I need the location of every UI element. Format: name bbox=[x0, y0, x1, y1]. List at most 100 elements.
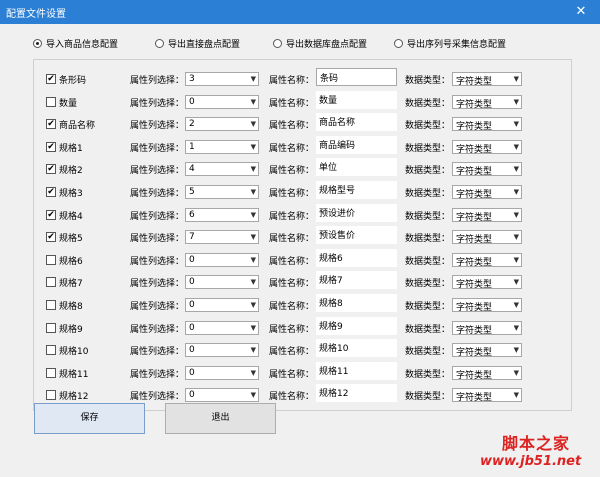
data-type-select[interactable]: 字符类型 ▼ bbox=[452, 366, 522, 381]
data-type-select[interactable]: 字符类型 ▼ bbox=[452, 275, 522, 290]
field-checkbox[interactable]: ✔ bbox=[46, 232, 56, 242]
attribute-name-input[interactable]: 预设售价 bbox=[316, 226, 397, 244]
radio-label: 导出直接盘点配置 bbox=[168, 40, 241, 50]
exit-button[interactable]: 退出 bbox=[165, 403, 276, 434]
data-type-select[interactable]: 字符类型 ▼ bbox=[452, 253, 522, 268]
close-icon[interactable]: ✕ bbox=[570, 2, 592, 22]
column-select[interactable]: 0 ▼ bbox=[185, 253, 259, 267]
field-checkbox[interactable]: ✔ bbox=[46, 74, 56, 84]
attribute-name-input[interactable]: 规格型号 bbox=[316, 181, 397, 199]
data-type-select[interactable]: 字符类型 ▼ bbox=[452, 72, 522, 87]
radio-import-goods[interactable]: 导入商品信息配置 bbox=[33, 37, 118, 50]
data-type-select[interactable]: 字符类型 ▼ bbox=[452, 343, 522, 358]
mapping-row: ✔ 规格2 属性列选择： 4 ▼ 属性名称： 单位 数据类型： 字符类型 ▼ bbox=[34, 158, 571, 179]
field-checkbox[interactable] bbox=[46, 345, 56, 355]
column-select[interactable]: 4 ▼ bbox=[185, 162, 259, 176]
watermark-line2: www.jb51.net bbox=[480, 454, 582, 469]
data-type-select[interactable]: 字符类型 ▼ bbox=[452, 208, 522, 223]
radio-export-database[interactable]: 导出数据库盘点配置 bbox=[273, 37, 367, 50]
data-type-label: 数据类型： bbox=[405, 279, 451, 289]
attribute-name-input[interactable]: 商品名称 bbox=[316, 113, 397, 131]
column-select[interactable]: 0 ▼ bbox=[185, 321, 259, 335]
chevron-down-icon: ▼ bbox=[513, 301, 519, 309]
column-select[interactable]: 0 ▼ bbox=[185, 388, 259, 402]
field-checkbox[interactable] bbox=[46, 368, 56, 378]
data-type-value: 字符类型 bbox=[456, 213, 493, 223]
column-select[interactable]: 7 ▼ bbox=[185, 230, 259, 244]
attribute-name-input[interactable]: 预设进价 bbox=[316, 204, 397, 222]
attribute-name-input[interactable]: 单位 bbox=[316, 158, 397, 176]
field-checkbox[interactable]: ✔ bbox=[46, 119, 56, 129]
data-type-value: 字符类型 bbox=[456, 122, 493, 132]
field-label: 规格2 bbox=[59, 166, 83, 176]
radio-export-direct[interactable]: 导出直接盘点配置 bbox=[155, 37, 240, 50]
data-type-select[interactable]: 字符类型 ▼ bbox=[452, 298, 522, 313]
chevron-down-icon: ▼ bbox=[250, 211, 256, 219]
column-select-label: 属性列选择： bbox=[130, 144, 185, 154]
data-type-select[interactable]: 字符类型 ▼ bbox=[452, 117, 522, 132]
field-checkbox[interactable]: ✔ bbox=[46, 210, 56, 220]
attribute-name-input[interactable]: 规格8 bbox=[316, 294, 397, 312]
field-label: 规格9 bbox=[59, 325, 83, 335]
field-checkbox[interactable] bbox=[46, 390, 56, 400]
data-type-label: 数据类型： bbox=[405, 121, 451, 131]
attribute-name-label: 属性名称： bbox=[269, 392, 315, 402]
field-checkbox[interactable] bbox=[46, 255, 56, 265]
column-select[interactable]: 1 ▼ bbox=[185, 140, 259, 154]
column-select-value: 6 bbox=[189, 210, 195, 220]
data-type-select[interactable]: 字符类型 ▼ bbox=[452, 230, 522, 245]
attribute-name-input[interactable]: 规格10 bbox=[316, 339, 397, 357]
data-type-value: 字符类型 bbox=[456, 280, 493, 290]
chevron-down-icon: ▼ bbox=[250, 188, 256, 196]
chevron-down-icon: ▼ bbox=[513, 143, 519, 151]
radio-dot bbox=[273, 39, 282, 48]
data-type-select[interactable]: 字符类型 ▼ bbox=[452, 388, 522, 403]
column-select[interactable]: 0 ▼ bbox=[185, 275, 259, 289]
field-checkbox[interactable]: ✔ bbox=[46, 142, 56, 152]
field-checkbox[interactable]: ✔ bbox=[46, 164, 56, 174]
attribute-name-input[interactable]: 规格6 bbox=[316, 249, 397, 267]
data-type-select[interactable]: 字符类型 ▼ bbox=[452, 95, 522, 110]
column-select[interactable]: 0 ▼ bbox=[185, 298, 259, 312]
column-select[interactable]: 3 ▼ bbox=[185, 72, 259, 86]
watermark-line1: 脚本之家 bbox=[502, 434, 571, 453]
column-select[interactable]: 6 ▼ bbox=[185, 208, 259, 222]
save-button[interactable]: 保存 bbox=[34, 403, 145, 434]
column-select-value: 4 bbox=[189, 164, 195, 174]
attribute-name-input[interactable]: 规格12 bbox=[316, 384, 397, 402]
field-checkbox[interactable] bbox=[46, 323, 56, 333]
field-checkbox[interactable] bbox=[46, 97, 56, 107]
attribute-name-input[interactable]: 规格11 bbox=[316, 362, 397, 380]
mapping-row: 规格9 属性列选择： 0 ▼ 属性名称： 规格9 数据类型： 字符类型 ▼ bbox=[34, 317, 571, 338]
attribute-name-label: 属性名称： bbox=[269, 144, 315, 154]
column-select[interactable]: 0 ▼ bbox=[185, 343, 259, 357]
field-checkbox[interactable] bbox=[46, 300, 56, 310]
title-bar: 配置文件设置 ✕ bbox=[0, 0, 600, 24]
data-type-label: 数据类型： bbox=[405, 257, 451, 267]
chevron-down-icon: ▼ bbox=[513, 75, 519, 83]
column-select-value: 0 bbox=[189, 323, 195, 333]
column-select-label: 属性列选择： bbox=[130, 76, 185, 86]
chevron-down-icon: ▼ bbox=[513, 324, 519, 332]
column-select[interactable]: 0 ▼ bbox=[185, 95, 259, 109]
attribute-name-input[interactable]: 规格9 bbox=[316, 317, 397, 335]
attribute-name-input[interactable]: 商品编码 bbox=[316, 136, 397, 154]
data-type-select[interactable]: 字符类型 ▼ bbox=[452, 162, 522, 177]
column-select[interactable]: 0 ▼ bbox=[185, 366, 259, 380]
radio-export-serial[interactable]: 导出序列号采集信息配置 bbox=[394, 37, 506, 50]
column-select[interactable]: 2 ▼ bbox=[185, 117, 259, 131]
column-select[interactable]: 5 ▼ bbox=[185, 185, 259, 199]
attribute-name-input[interactable]: 规格7 bbox=[316, 271, 397, 289]
chevron-down-icon: ▼ bbox=[513, 346, 519, 354]
field-checkbox[interactable]: ✔ bbox=[46, 187, 56, 197]
data-type-select[interactable]: 字符类型 ▼ bbox=[452, 185, 522, 200]
chevron-down-icon: ▼ bbox=[250, 324, 256, 332]
attribute-name-input[interactable]: 条码 bbox=[316, 68, 397, 86]
field-label: 规格10 bbox=[59, 347, 89, 357]
data-type-select[interactable]: 字符类型 ▼ bbox=[452, 140, 522, 155]
data-type-select[interactable]: 字符类型 ▼ bbox=[452, 321, 522, 336]
attribute-name-input[interactable]: 数量 bbox=[316, 91, 397, 109]
mapping-row: ✔ 规格3 属性列选择： 5 ▼ 属性名称： 规格型号 数据类型： 字符类型 ▼ bbox=[34, 181, 571, 202]
data-type-label: 数据类型： bbox=[405, 212, 451, 222]
field-checkbox[interactable] bbox=[46, 277, 56, 287]
